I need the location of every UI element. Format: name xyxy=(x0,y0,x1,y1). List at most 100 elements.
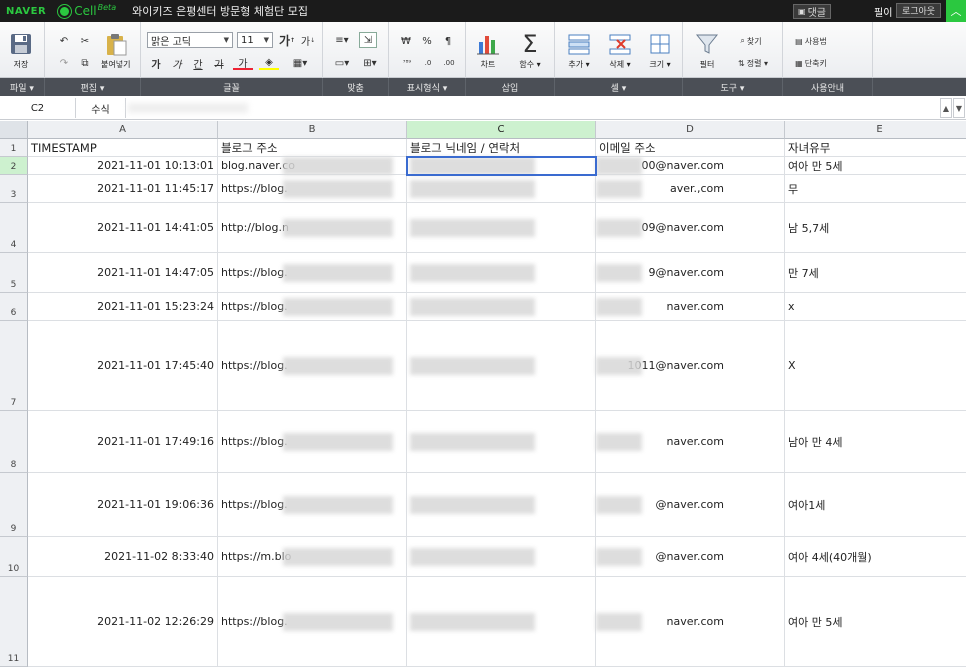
header-cell[interactable]: 이메일 주소 xyxy=(596,139,785,157)
decrease-decimal-icon[interactable]: .00 xyxy=(441,56,457,70)
name-box[interactable]: C2 xyxy=(0,98,76,118)
currency-button[interactable]: ₩ xyxy=(399,34,413,48)
format-thousands-icon[interactable]: ⁷⁸⁹ xyxy=(399,56,415,70)
font-name-select[interactable]: 맑은 고딕 ▼ xyxy=(147,32,233,48)
filter-button[interactable]: 필터 xyxy=(695,32,719,70)
timestamp-cell[interactable]: 2021-11-02 12:26:29 xyxy=(28,577,218,667)
formula-expand-icon[interactable]: ▼ xyxy=(953,98,965,118)
column-header-c[interactable]: C xyxy=(407,121,596,139)
children-cell[interactable]: x xyxy=(785,293,966,321)
group-label-cell[interactable]: 셀 ▾ xyxy=(555,78,683,96)
timestamp-cell[interactable]: 2021-11-01 19:06:36 xyxy=(28,473,218,537)
children-cell[interactable]: 여아 만 5세 xyxy=(785,577,966,667)
timestamp-cell[interactable]: 2021-11-01 10:13:01 xyxy=(28,157,218,175)
comma-button[interactable]: ¶ xyxy=(441,34,455,48)
group-label-tools[interactable]: 도구 ▾ xyxy=(683,78,783,96)
chart-icon xyxy=(477,36,499,55)
comment-button[interactable]: ▣ 댓글 xyxy=(793,4,831,19)
bold-button[interactable]: 가 xyxy=(149,56,163,71)
header-cell[interactable]: 자녀유무 xyxy=(785,139,966,157)
timestamp-cell[interactable]: 2021-11-01 17:45:40 xyxy=(28,321,218,411)
italic-button[interactable]: 가 xyxy=(170,56,184,71)
timestamp-cell[interactable]: 2021-11-01 14:47:05 xyxy=(28,253,218,293)
percent-button[interactable]: % xyxy=(420,34,434,48)
children-cell[interactable]: 남 5,7세 xyxy=(785,203,966,253)
redacted-region xyxy=(283,433,393,451)
cell-logo[interactable]: Cell Beta xyxy=(58,3,116,18)
row-header-2[interactable]: 2 xyxy=(0,157,28,175)
row-header-1[interactable]: 1 xyxy=(0,139,28,157)
font-color-button[interactable]: 가 xyxy=(233,56,253,70)
row-header-10[interactable]: 10 xyxy=(0,537,28,577)
vertical-align-icon[interactable]: ▭▾ xyxy=(331,56,353,70)
insert-cell-button[interactable]: 추가 ▾ xyxy=(567,32,591,70)
row-header-3[interactable]: 3 xyxy=(0,175,28,203)
group-label-edit[interactable]: 편집 ▾ xyxy=(45,78,141,96)
formula-input[interactable] xyxy=(128,99,938,117)
fill-color-icon[interactable]: ◈ xyxy=(259,56,279,70)
cell-size-button[interactable]: 크기 ▾ xyxy=(648,32,672,70)
underline-button[interactable]: 간 xyxy=(191,56,205,71)
copy-icon[interactable]: ⧉ xyxy=(78,56,92,70)
row-header-6[interactable]: 6 xyxy=(0,293,28,321)
usage-button[interactable]: ▤ 사용법 xyxy=(789,34,833,48)
merge-cells-icon[interactable]: ⊞▾ xyxy=(359,56,381,70)
header-cell[interactable]: 블로그 닉네임 / 연락처 xyxy=(407,139,596,157)
timestamp-cell[interactable]: 2021-11-01 15:23:24 xyxy=(28,293,218,321)
row-header-8[interactable]: 8 xyxy=(0,411,28,473)
save-button[interactable]: 저장 xyxy=(9,32,33,70)
children-cell[interactable]: 여아1세 xyxy=(785,473,966,537)
cut-icon[interactable]: ✂ xyxy=(78,34,92,48)
row-header-7[interactable]: 7 xyxy=(0,321,28,411)
border-icon[interactable]: ▦▾ xyxy=(289,56,311,70)
header-cell[interactable]: TIMESTAMP xyxy=(28,139,218,157)
delete-cell-button[interactable]: 삭제 ▾ xyxy=(608,32,632,70)
timestamp-cell[interactable]: 2021-11-01 17:49:16 xyxy=(28,411,218,473)
chart-button[interactable]: 차트 xyxy=(476,32,500,70)
sort-button[interactable]: ⇅ 정렬 ▾ xyxy=(733,56,773,70)
strikethrough-button[interactable]: 가 xyxy=(212,56,226,71)
font-size-select[interactable]: 11 ▼ xyxy=(237,32,273,48)
row-header-5[interactable]: 5 xyxy=(0,253,28,293)
group-label-file[interactable]: 파일 ▾ xyxy=(0,78,45,96)
timestamp-cell[interactable]: 2021-11-01 11:45:17 xyxy=(28,175,218,203)
chevron-down-icon: ▼ xyxy=(223,36,229,44)
paste-button[interactable]: 붙여넣기 xyxy=(101,32,130,70)
increase-decimal-icon[interactable]: .0 xyxy=(420,56,436,70)
shortcut-button[interactable]: ▦ 단축키 xyxy=(789,56,833,70)
formula-scroll-up-icon[interactable]: ▲ xyxy=(940,98,952,118)
column-header-d[interactable]: D xyxy=(596,121,785,139)
timestamp-cell[interactable]: 2021-11-01 14:41:05 xyxy=(28,203,218,253)
logout-button[interactable]: 로그아웃 xyxy=(896,3,941,18)
children-cell[interactable]: 여아 4세(40개월) xyxy=(785,537,966,577)
font-size-up-button[interactable]: 가 ↑ xyxy=(279,32,295,48)
redacted-region xyxy=(283,180,393,198)
align-icon[interactable]: ≡▾ xyxy=(331,32,353,48)
column-header-e[interactable]: E xyxy=(785,121,966,139)
timestamp-cell[interactable]: 2021-11-02 8:33:40 xyxy=(28,537,218,577)
wrap-text-icon[interactable]: ⇲ xyxy=(359,32,377,48)
redacted-region xyxy=(410,433,535,451)
row-header-9[interactable]: 9 xyxy=(0,473,28,537)
children-cell[interactable]: 만 7세 xyxy=(785,253,966,293)
undo-icon[interactable]: ↶ xyxy=(57,34,71,48)
naver-logo[interactable]: NAVER xyxy=(6,6,46,17)
children-cell[interactable]: 무 xyxy=(785,175,966,203)
redo-icon[interactable]: ↷ xyxy=(57,56,71,70)
children-cell[interactable]: 남아 만 4세 xyxy=(785,411,966,473)
select-all-corner[interactable] xyxy=(0,121,28,139)
children-cell[interactable]: 여아 만 5세 xyxy=(785,157,966,175)
group-label-number-format[interactable]: 표시형식 ▾ xyxy=(389,78,466,96)
row-header-11[interactable]: 11 xyxy=(0,577,28,667)
find-button[interactable]: ⌕ 찾기 xyxy=(733,34,769,48)
redacted-region xyxy=(596,433,642,451)
collapse-ribbon-button[interactable]: ︿ xyxy=(946,0,966,22)
function-button[interactable]: Σ 함수 ▾ xyxy=(518,32,542,70)
font-size-down-button[interactable]: 가 ↓ xyxy=(301,32,315,48)
row-header-4[interactable]: 4 xyxy=(0,203,28,253)
redacted-region xyxy=(596,219,642,237)
children-cell[interactable]: X xyxy=(785,321,966,411)
column-header-b[interactable]: B xyxy=(218,121,407,139)
header-cell[interactable]: 블로그 주소 xyxy=(218,139,407,157)
column-header-a[interactable]: A xyxy=(28,121,218,139)
